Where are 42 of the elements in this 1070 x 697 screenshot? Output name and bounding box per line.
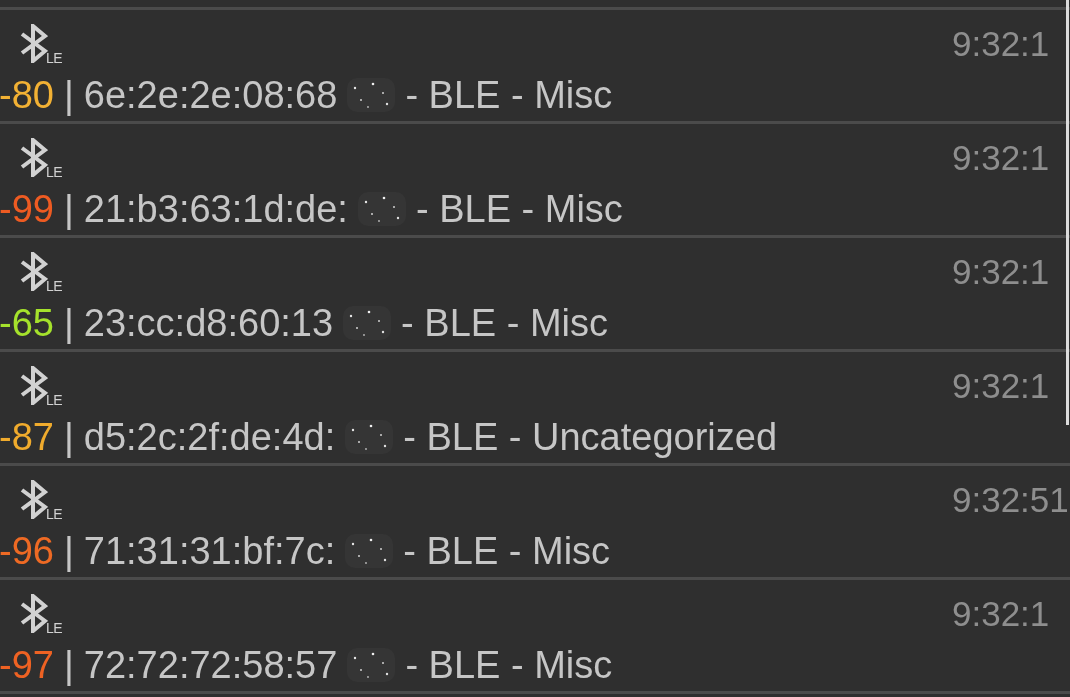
timestamp: 9:32:1	[952, 596, 1051, 631]
mac-address: 72:72:72:58:57	[83, 646, 338, 684]
separator: |	[63, 646, 74, 684]
device-type: - BLE - Misc	[405, 646, 613, 684]
separator: |	[63, 532, 74, 570]
bluetooth-icon	[19, 24, 48, 63]
protocol-label: LE	[46, 165, 63, 179]
device-type: - BLE - Misc	[415, 190, 623, 228]
timestamp: 9:32:1	[952, 26, 1051, 61]
timestamp: 9:32:1	[952, 254, 1051, 289]
signal-strength: -99	[0, 190, 54, 228]
separator: |	[63, 190, 74, 228]
separator: |	[63, 304, 74, 342]
bluetooth-icon	[19, 138, 48, 177]
bluetooth-icon	[19, 480, 48, 519]
bluetooth-icon	[19, 594, 48, 633]
device-type: - BLE - Misc	[401, 304, 608, 342]
protocol-label: LE	[46, 621, 63, 635]
signal-strength: -65	[0, 304, 54, 342]
signal-strength: -97	[0, 646, 54, 684]
timestamp: 9:32:51	[952, 482, 1070, 517]
protocol-label: LE	[46, 51, 63, 65]
protocol-label: LE	[46, 507, 63, 521]
protocol-label: LE	[46, 279, 63, 293]
device-type: - BLE - Uncategorized	[403, 418, 778, 456]
mac-address: 21:b3:63:1d:de:	[83, 190, 348, 228]
device-type: - BLE - Misc	[403, 532, 611, 570]
mac-address: 23:cc:d8:60:13	[83, 304, 334, 342]
signal-strength: -96	[0, 532, 54, 570]
timestamp: 9:32:1	[952, 368, 1051, 403]
signal-strength: -80	[0, 76, 54, 114]
protocol-label: LE	[46, 393, 63, 407]
bluetooth-icon	[19, 252, 48, 291]
signal-strength: -87	[0, 418, 54, 456]
timestamp: 9:32:1	[952, 140, 1051, 175]
separator: |	[63, 76, 74, 114]
mac-address: d5:2c:2f:de:4d:	[83, 418, 336, 456]
device-type: - BLE - Misc	[405, 76, 613, 114]
bluetooth-icon	[19, 366, 48, 405]
mac-address: 71:31:31:bf:7c:	[83, 532, 336, 570]
separator: |	[63, 418, 74, 456]
mac-address: 6e:2e:2e:08:68	[83, 76, 338, 114]
